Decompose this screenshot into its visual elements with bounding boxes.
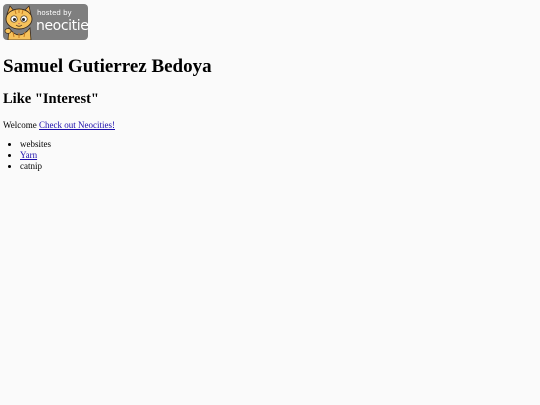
list-item-websites: websites: [20, 139, 51, 150]
yarn-link[interactable]: Yarn: [20, 150, 37, 160]
neocities-badge-link[interactable]: hosted by neocities: [3, 4, 88, 40]
page-subtitle: Like "Interest": [3, 91, 99, 107]
list-item-yarn: Yarn: [20, 150, 51, 161]
welcome-text: Welcome: [3, 120, 37, 130]
page-title: Samuel Gutierrez Bedoya: [3, 56, 212, 77]
badge-brand-text: neocities: [36, 18, 88, 34]
neocities-cat-icon: [4, 5, 33, 40]
interest-list: websites Yarn catnip: [0, 139, 51, 172]
check-out-neocities-link[interactable]: Check out Neocities!: [39, 120, 115, 130]
welcome-line: Welcome Check out Neocities!: [3, 119, 115, 131]
list-item-catnip: catnip: [20, 161, 51, 172]
page: hosted by neocities Samuel Gutierrez Bed…: [0, 0, 540, 405]
badge-hosted-by-text: hosted by: [37, 9, 72, 17]
